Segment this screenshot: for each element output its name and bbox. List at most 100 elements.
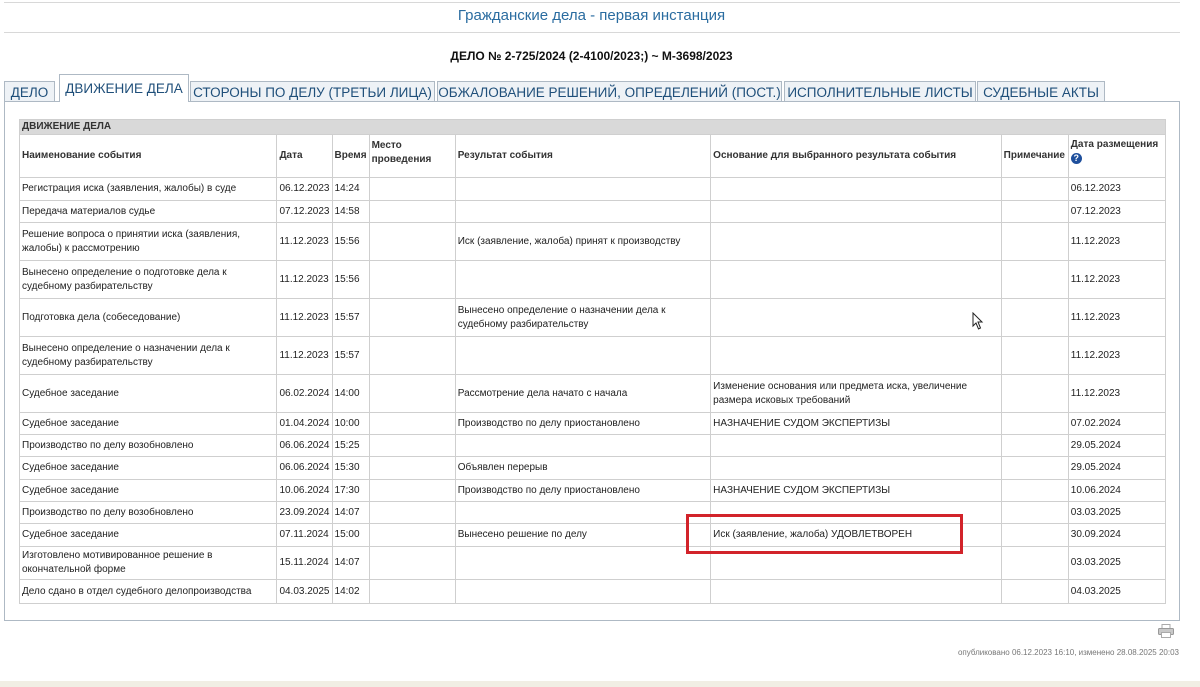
cell-place: [368, 523, 456, 547]
cell-time: 15:56: [331, 222, 370, 261]
cell-result: [454, 501, 712, 524]
cell-result: Иск (заявление, жалоба) принят к произво…: [454, 222, 712, 261]
cell-result: [454, 336, 712, 375]
cell-time: 14:07: [331, 501, 370, 524]
cell-result: [454, 177, 712, 201]
cell-result: Вынесено определение о назначении дела к…: [454, 298, 712, 337]
cell-place: [368, 479, 456, 502]
cell-posted: 11.12.2023: [1067, 374, 1167, 413]
cell-event: Решение вопроса о принятии иска (заявлен…: [18, 222, 278, 261]
table-row: Регистрация иска (заявления, жалобы) в с…: [18, 177, 1167, 201]
cell-note: [1000, 374, 1069, 413]
cell-basis: [710, 336, 1002, 375]
cell-event: Подготовка дела (собеседование): [18, 298, 278, 337]
cell-time: 15:30: [331, 456, 370, 480]
tab-bar: ДЕЛО ДВИЖЕНИЕ ДЕЛА СТОРОНЫ ПО ДЕЛУ (ТРЕТ…: [4, 74, 1180, 102]
cell-event: Судебное заседание: [18, 456, 278, 480]
cell-basis: Изменение основания или предмета иска, у…: [710, 374, 1002, 413]
column-header-posted-label: Дата размещения: [1070, 139, 1159, 150]
cell-result: [454, 200, 712, 223]
cell-date: 07.12.2023: [276, 200, 333, 223]
cell-basis: НАЗНАЧЕНИЕ СУДОМ ЭКСПЕРТИЗЫ: [710, 479, 1002, 502]
cell-note: [1000, 501, 1069, 524]
cell-result: Производство по делу приостановлено: [454, 479, 712, 502]
cell-note: [1000, 298, 1069, 337]
cell-posted: 11.12.2023: [1067, 222, 1167, 261]
cell-place: [368, 200, 456, 223]
cell-posted: 29.05.2024: [1067, 434, 1167, 457]
cell-time: 10:00: [331, 412, 370, 435]
title-divider: [4, 32, 1180, 33]
tab-case[interactable]: ДЕЛО: [4, 81, 55, 101]
cell-note: [1000, 579, 1069, 604]
cell-note: [1000, 523, 1069, 547]
printer-icon[interactable]: [1158, 624, 1174, 638]
cell-basis: [710, 177, 1002, 201]
cell-posted: 04.03.2025: [1067, 579, 1167, 604]
cell-event: Изготовлено мотивированное решение в око…: [18, 546, 278, 580]
bottom-band: [0, 681, 1200, 687]
table-row: Судебное заседание 07.11.2024 15:00 Вынесен…: [18, 523, 1167, 547]
tab-writs[interactable]: ИСПОЛНИТЕЛЬНЫЕ ЛИСТЫ: [784, 81, 976, 101]
table-row: Вынесено определение о подготовке дела к…: [18, 260, 1167, 299]
help-icon[interactable]: ?: [1070, 152, 1082, 164]
publication-meta: опубликовано 06.12.2023 16:10, изменено …: [957, 648, 1179, 657]
cell-note: [1000, 479, 1069, 502]
column-header-time: Время: [331, 134, 370, 178]
column-header-basis: Основание для выбранного результата собы…: [710, 134, 1002, 178]
cell-event: Производство по делу возобновлено: [18, 434, 278, 457]
cell-date: 11.12.2023: [276, 298, 333, 337]
cell-basis: НАЗНАЧЕНИЕ СУДОМ ЭКСПЕРТИЗЫ: [710, 412, 1002, 435]
cell-date: 07.11.2024: [276, 523, 333, 547]
column-header-place: Место проведения: [368, 134, 456, 178]
cell-note: [1000, 260, 1069, 299]
cell-time: 15:57: [331, 298, 370, 337]
cell-place: [368, 336, 456, 375]
cell-basis: [710, 456, 1002, 480]
cell-posted: 10.06.2024: [1067, 479, 1167, 502]
cell-time: 14:24: [331, 177, 370, 201]
cell-basis: [710, 579, 1002, 604]
cell-posted: 29.05.2024: [1067, 456, 1167, 480]
cell-place: [368, 260, 456, 299]
section-title: ДВИЖЕНИЕ ДЕЛА: [19, 119, 1166, 135]
cell-note: [1000, 177, 1069, 201]
cell-date: 06.12.2023: [276, 177, 333, 201]
tab-appeals[interactable]: ОБЖАЛОВАНИЕ РЕШЕНИЙ, ОПРЕДЕЛЕНИЙ (ПОСТ.): [437, 81, 782, 101]
case-movement-table: ДВИЖЕНИЕ ДЕЛА Наименование события Дата …: [18, 119, 1167, 604]
cell-date: 11.12.2023: [276, 336, 333, 375]
cell-result: [454, 579, 712, 604]
tab-court-acts[interactable]: СУДЕБНЫЕ АКТЫ: [977, 81, 1105, 101]
cell-event: Производство по делу возобновлено: [18, 501, 278, 524]
cell-posted: 07.02.2024: [1067, 412, 1167, 435]
tab-parties[interactable]: СТОРОНЫ ПО ДЕЛУ (ТРЕТЬИ ЛИЦА): [190, 81, 435, 101]
table-row: Передача материалов судье 07.12.2023 14:58…: [18, 200, 1167, 223]
cell-basis: [710, 222, 1002, 261]
tab-case-movement[interactable]: ДВИЖЕНИЕ ДЕЛА: [59, 74, 189, 102]
table-row: Изготовлено мотивированное решение в око…: [18, 546, 1167, 580]
cell-event: Судебное заседание: [18, 374, 278, 413]
cell-date: 11.12.2023: [276, 260, 333, 299]
cell-posted: 11.12.2023: [1067, 260, 1167, 299]
cell-note: [1000, 200, 1069, 223]
table-header-row: Наименование события Дата Время Место пр…: [18, 134, 1167, 178]
cell-date: 06.02.2024: [276, 374, 333, 413]
cell-result: [454, 546, 712, 580]
cell-note: [1000, 336, 1069, 375]
cell-posted: 06.12.2023: [1067, 177, 1167, 201]
cell-result: [454, 260, 712, 299]
cell-place: [368, 177, 456, 201]
cell-posted: 11.12.2023: [1067, 336, 1167, 375]
table-row: Судебное заседание 06.06.2024 15:30 Объявле…: [18, 456, 1167, 480]
cell-place: [368, 501, 456, 524]
cell-time: 14:00: [331, 374, 370, 413]
cell-note: [1000, 456, 1069, 480]
cell-place: [368, 412, 456, 435]
cell-place: [368, 222, 456, 261]
column-header-result: Результат события: [454, 134, 712, 178]
cell-time: 15:25: [331, 434, 370, 457]
table-row: Дело сдано в отдел судебного делопроизво…: [18, 579, 1167, 604]
column-header-event: Наименование события: [18, 134, 278, 178]
cell-place: [368, 456, 456, 480]
case-movement-panel: ДВИЖЕНИЕ ДЕЛА Наименование события Дата …: [4, 101, 1180, 621]
